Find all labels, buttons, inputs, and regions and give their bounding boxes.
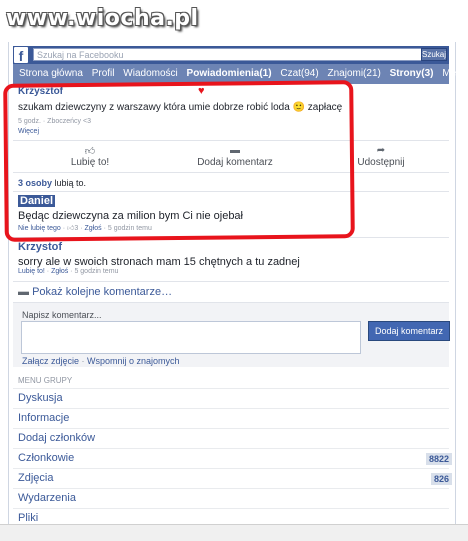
comment-like-link[interactable]: Lubię to!: [18, 268, 45, 275]
show-more-comments[interactable]: ▬ Pokaż kolejne komentarze…: [18, 286, 172, 298]
menu-item-discussion[interactable]: Dyskusja: [18, 392, 63, 404]
comment-time: 5 godzin temu: [74, 268, 119, 275]
menu-divider: [13, 428, 449, 429]
comment-options: Załącz zdjęcie · Wspomnij o znajomych: [22, 356, 180, 366]
menu-item-info[interactable]: Informacje: [18, 412, 69, 424]
menu-divider: [13, 508, 449, 509]
comment-textarea[interactable]: [21, 321, 361, 354]
add-comment-button[interactable]: Dodaj komentarz: [368, 321, 450, 341]
nav-profile[interactable]: Profil: [92, 68, 115, 79]
nav-notifications[interactable]: Powiadomienia(1): [187, 68, 272, 79]
facebook-logo-icon[interactable]: f: [14, 47, 28, 64]
nav-menu[interactable]: Menu: [442, 68, 467, 79]
comment-bubble-icon: ▬: [18, 286, 29, 298]
menu-divider: [13, 488, 449, 489]
members-count-badge: 8822: [425, 453, 452, 465]
bottom-bar: [0, 524, 468, 541]
menu-item-photos[interactable]: Zdjęcia: [18, 472, 53, 484]
comment-report-link[interactable]: Zgłoś: [51, 268, 68, 275]
share-button[interactable]: ➦ Udostępnij: [350, 145, 412, 168]
red-highlight-frame: [3, 80, 355, 242]
menu-item-events[interactable]: Wydarzenia: [18, 492, 76, 504]
mention-friends-link[interactable]: Wspomnij o znajomych: [87, 356, 180, 366]
nav-chat[interactable]: Czat(94): [280, 68, 318, 79]
photos-count-badge: 826: [430, 473, 452, 485]
nav-home[interactable]: Strona główna: [19, 68, 83, 79]
nav-pages[interactable]: Strony(3): [390, 68, 434, 79]
share-arrow-icon: ➦: [376, 145, 386, 156]
menu-divider: [13, 408, 449, 409]
share-label: Udostępnij: [357, 157, 405, 168]
menu-item-files[interactable]: Pliki: [18, 512, 38, 524]
menu-divider: [13, 448, 449, 449]
comment-box-label: Napisz komentarz...: [22, 310, 102, 320]
menu-divider: [13, 468, 449, 469]
top-bar: f Szukaj na Facebooku Szukaj: [13, 46, 449, 64]
search-button[interactable]: Szukaj: [421, 48, 447, 61]
more-divider: [13, 281, 449, 282]
nav-messages[interactable]: Wiadomości: [123, 68, 177, 79]
group-menu-title: MENU GRUPY: [18, 376, 73, 385]
comment-meta: Lubię to! · Zgłoś · 5 godzin temu: [18, 268, 119, 275]
menu-divider: [13, 388, 449, 389]
watermark: www.wiocha.pl: [6, 6, 199, 31]
menu-item-add-members[interactable]: Dodaj członków: [18, 432, 95, 444]
comment-author[interactable]: Krzystof: [18, 241, 62, 253]
search-input[interactable]: Szukaj na Facebooku: [33, 48, 423, 61]
comment-text: sorry ale w swoich stronach mam 15 chętn…: [18, 256, 300, 268]
show-more-label: Pokaż kolejne komentarze…: [32, 286, 173, 298]
nav-friends[interactable]: Znajomi(21): [327, 68, 380, 79]
menu-item-members[interactable]: Członkowie: [18, 452, 74, 464]
attach-photo-link[interactable]: Załącz zdjęcie: [22, 356, 79, 366]
